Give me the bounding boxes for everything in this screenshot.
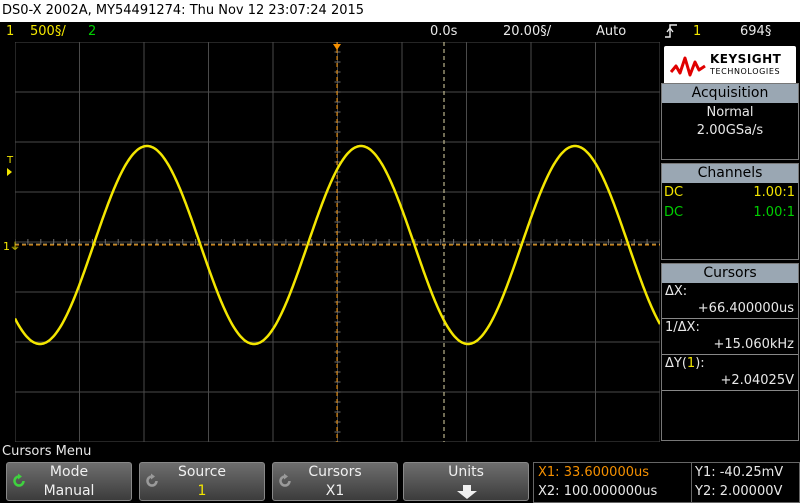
cursor-y1-readout: Y1: -40.25mV — [695, 465, 784, 480]
waveform-display[interactable] — [15, 42, 660, 442]
channels-header: Channels — [662, 164, 798, 183]
ch1-coupling: DC — [664, 185, 684, 200]
ch2-coupling: DC — [664, 205, 684, 220]
mode-softkey-label: Mode — [49, 464, 89, 480]
logo-line1: KEYSIGHT — [710, 52, 782, 66]
channel-row-2[interactable]: DC 1.00:1 — [662, 203, 798, 223]
trigger-marker-label: T — [7, 155, 14, 166]
ch1-probe: 1.00:1 — [753, 185, 795, 200]
time-delay[interactable]: 0.0s — [430, 24, 457, 39]
mode-softkey-value: Manual — [43, 483, 95, 499]
cursors-softkey-value: X1 — [325, 483, 345, 499]
acquisition-header: Acquisition — [662, 84, 798, 103]
keysight-logo: KEYSIGHT TECHNOLOGIES — [664, 46, 796, 86]
trigger-level[interactable]: 694§ — [740, 24, 771, 39]
ch1-number[interactable]: 1 — [6, 24, 14, 39]
rising-edge-trigger-icon — [664, 23, 678, 43]
ch1-ground-marker: 1⏚ — [3, 238, 20, 253]
source-softkey[interactable]: Source 1 — [139, 462, 265, 501]
cursors-softkey[interactable]: Cursors X1 — [272, 462, 398, 501]
units-softkey-label: Units — [448, 464, 484, 480]
cursor-y2-readout: Y2: 2.00000V — [695, 484, 783, 499]
delta-y-prefix: ΔY( — [665, 356, 687, 371]
time-scale[interactable]: 20.00§/ — [503, 24, 551, 39]
delta-y-suffix: ): — [695, 356, 705, 371]
inverse-delta-x-label: 1/ΔX: — [665, 320, 700, 335]
trigger-source[interactable]: 1 — [693, 24, 701, 39]
source-softkey-label: Source — [177, 464, 227, 480]
cursor-x1-readout: X1: 33.600000us — [538, 465, 650, 480]
cursors-header: Cursors — [662, 264, 798, 283]
inverse-delta-x-value: +15.060kHz — [662, 336, 798, 355]
delta-y-value: +2.04025V — [662, 372, 798, 391]
delta-y-label: ΔY(1): — [662, 355, 798, 372]
menu-title: Cursors Menu — [2, 444, 92, 459]
units-softkey[interactable]: Units — [403, 462, 529, 501]
acquisition-mode: Normal — [706, 105, 754, 120]
readout-divider — [691, 463, 692, 502]
cursor-readout: X1: 33.600000us X2: 100.000000us Y1: -40… — [533, 462, 800, 503]
ch2-probe: 1.00:1 — [753, 205, 795, 220]
ch1-ground-label: 1 — [3, 240, 10, 253]
keysight-wave-icon — [670, 56, 706, 77]
acquisition-panel[interactable]: Acquisition Normal 2.00GSa/s — [661, 83, 799, 160]
logo-line2: TECHNOLOGIES — [710, 67, 781, 76]
source-softkey-value: 1 — [197, 483, 207, 499]
trigger-level-marker: T — [7, 156, 13, 176]
acquisition-rate: 2.00GSa/s — [696, 123, 764, 138]
trigger-mode[interactable]: Auto — [596, 24, 626, 39]
status-bar: 1 500§/ 2 0.0s 20.00§/ Auto 1 694§ — [0, 22, 800, 42]
ch2-number[interactable]: 2 — [88, 24, 96, 39]
delta-x-value: +66.400000us — [662, 300, 798, 319]
window-title: DS0-X 2002A, MY54491274: Thu Nov 12 23:0… — [0, 0, 800, 22]
cursor-x2-readout: X2: 100.000000us — [538, 484, 658, 499]
delta-y-source: 1 — [686, 356, 696, 371]
trigger-position-marker — [333, 44, 341, 50]
ground-icon: ⏚ — [10, 242, 20, 253]
ch1-scale[interactable]: 500§/ — [30, 24, 66, 39]
cursors-panel[interactable]: Cursors ΔX: +66.400000us 1/ΔX: +15.060kH… — [661, 263, 799, 441]
cursors-softkey-label: Cursors — [308, 464, 362, 480]
submenu-arrow-icon — [457, 485, 477, 499]
delta-x-label: ΔX: — [665, 284, 688, 299]
channels-panel[interactable]: Channels DC 1.00:1 DC 1.00:1 — [661, 163, 799, 260]
channel-row-1[interactable]: DC 1.00:1 — [662, 183, 798, 203]
mode-softkey[interactable]: Mode Manual — [6, 462, 132, 501]
